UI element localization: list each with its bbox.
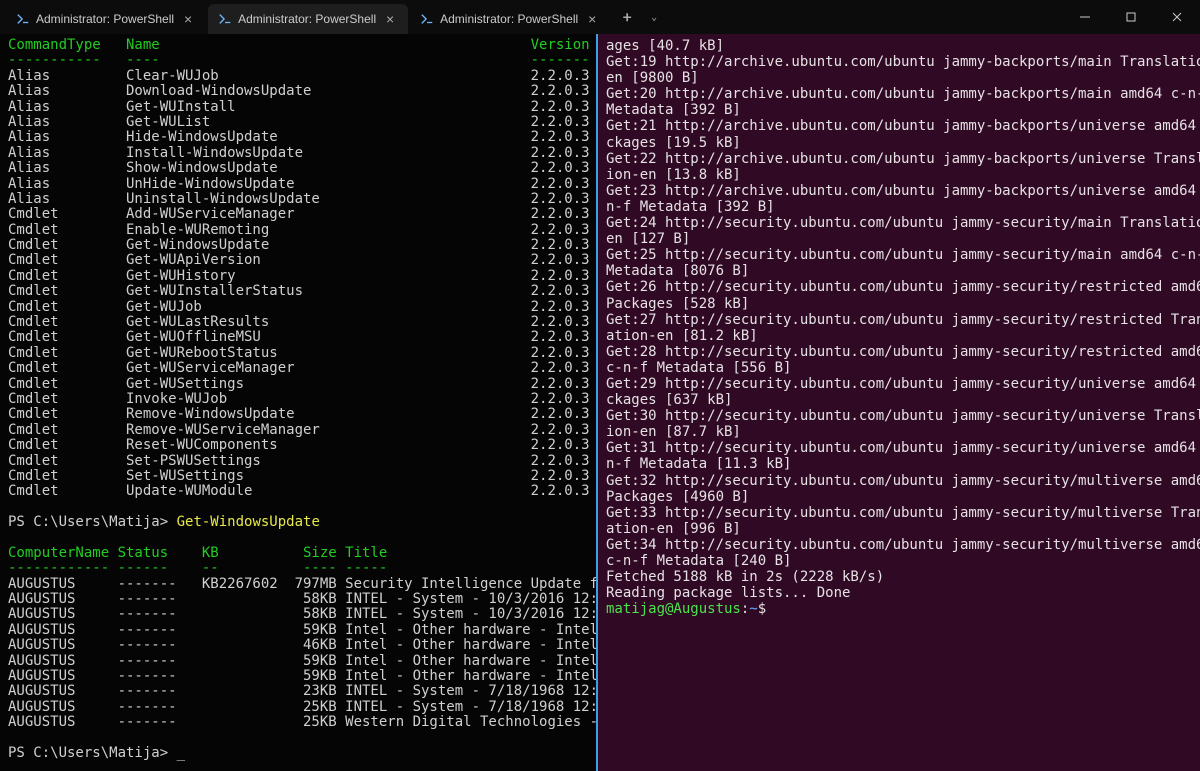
tab-0[interactable]: Administrator: PowerShell × [6, 4, 206, 34]
close-tab-icon[interactable]: × [180, 11, 196, 27]
tab-2[interactable]: Administrator: PowerShell × [410, 4, 610, 34]
close-tab-icon[interactable]: × [584, 11, 600, 27]
window-titlebar: Administrator: PowerShell×Administrator:… [0, 0, 1200, 34]
tab-title: Administrator: PowerShell [36, 12, 174, 26]
tab-title: Administrator: PowerShell [238, 12, 376, 26]
tab-strip: Administrator: PowerShell×Administrator:… [0, 0, 612, 34]
tab-title: Administrator: PowerShell [440, 12, 578, 26]
tab-dropdown-button[interactable]: ⌄ [642, 0, 666, 34]
close-tab-icon[interactable]: × [382, 11, 398, 27]
tab-1[interactable]: Administrator: PowerShell × [208, 4, 408, 34]
split-panes: CommandType Name Version ----------- ---… [0, 34, 1200, 771]
close-button[interactable] [1154, 0, 1200, 34]
powershell-icon [16, 12, 30, 26]
ubuntu-pane[interactable]: ages [40.7 kB] Get:19 http://archive.ubu… [598, 34, 1200, 771]
maximize-button[interactable] [1108, 0, 1154, 34]
new-tab-button[interactable]: + [612, 0, 642, 34]
window-controls [1062, 0, 1200, 34]
powershell-icon [420, 12, 434, 26]
powershell-pane[interactable]: CommandType Name Version ----------- ---… [0, 34, 598, 771]
powershell-icon [218, 12, 232, 26]
minimize-button[interactable] [1062, 0, 1108, 34]
